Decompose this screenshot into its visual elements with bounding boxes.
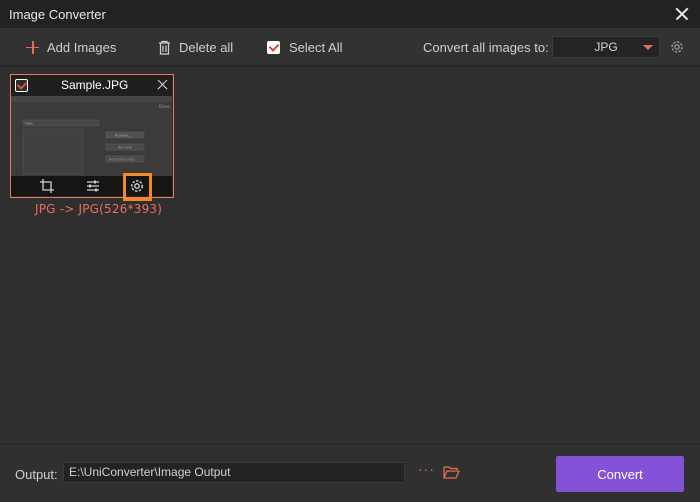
thumb-text-remove: Remove <box>118 146 132 150</box>
checkbox-checked-icon <box>267 40 280 54</box>
output-bar: Output: E:\UniConverter\Image Output ···… <box>0 444 700 502</box>
output-path-field[interactable]: E:\UniConverter\Image Output <box>63 462 405 483</box>
crop-icon[interactable] <box>39 178 55 194</box>
card-header: Sample.JPG <box>11 75 172 96</box>
dropdown-caret-icon <box>643 45 653 50</box>
card-remove-icon[interactable] <box>156 79 168 91</box>
thumb-text-browse: Browse... <box>115 134 131 138</box>
thumbnail-preview: Done Files Browse... Remove Add Drive Fi… <box>11 96 172 176</box>
window-title: Image Converter <box>9 6 106 22</box>
title-bar: Image Converter <box>0 0 700 28</box>
format-selected-value: JPG <box>594 40 618 54</box>
format-dropdown[interactable]: JPG <box>552 36 660 58</box>
delete-all-label: Delete all <box>179 39 234 55</box>
settings-gear-icon[interactable] <box>669 39 685 55</box>
output-label: Output: <box>15 467 58 482</box>
image-card[interactable]: Sample.JPG Done Files Browse... Remove A… <box>10 74 174 201</box>
toolbar: Add Images Delete all Select All Convert… <box>0 28 700 66</box>
open-folder-icon[interactable] <box>443 465 460 479</box>
thumb-text-files: Files <box>25 122 33 126</box>
thumb-text-add-drive: Add Drive Files <box>109 158 135 162</box>
add-images-label: Add Images <box>47 39 117 55</box>
card-checkbox[interactable] <box>15 79 28 92</box>
image-thumbnail: Done Files Browse... Remove Add Drive Fi… <box>11 96 172 176</box>
convert-button[interactable]: Convert <box>556 456 684 492</box>
thumb-text-done: Done <box>159 104 170 109</box>
more-options-button[interactable]: ··· <box>418 461 435 477</box>
add-images-button[interactable]: Add Images <box>26 28 116 66</box>
conversion-info: JPG -> JPG(526*393) <box>35 202 163 216</box>
trash-icon <box>159 40 170 55</box>
convert-all-label: Convert all images to: <box>423 39 549 55</box>
image-list-area: Sample.JPG Done Files Browse... Remove A… <box>0 67 700 444</box>
close-icon[interactable] <box>672 4 692 24</box>
select-all-checkbox[interactable]: Select All <box>267 28 342 66</box>
card-file-name: Sample.JPG <box>61 78 129 92</box>
settings-highlight-box <box>123 173 152 201</box>
plus-icon <box>26 40 39 54</box>
delete-all-button[interactable]: Delete all <box>158 28 233 66</box>
adjust-sliders-icon[interactable] <box>85 178 101 194</box>
select-all-label: Select All <box>289 39 343 55</box>
